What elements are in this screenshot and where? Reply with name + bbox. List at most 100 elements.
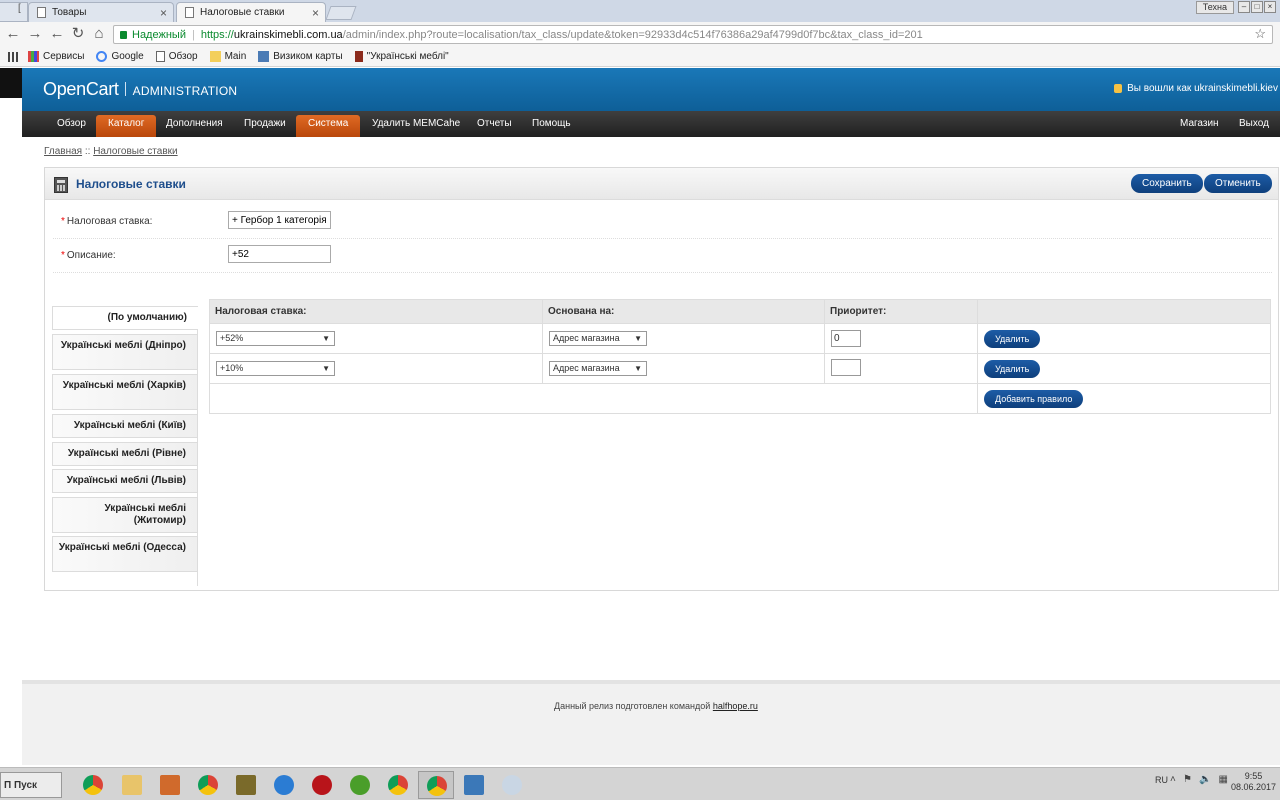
horse-icon (354, 51, 363, 62)
bookmarks-bar: Сервисы Google Обзор Main Визиком карты … (0, 47, 1280, 67)
store-tab-zhytomyr[interactable]: Українські меблі (Житомир) (52, 497, 198, 533)
based-on-select[interactable]: Адрес магазина ▼ (549, 361, 647, 376)
required-mark: * (61, 216, 65, 227)
menu-sales[interactable]: Продажи (232, 115, 298, 137)
home-icon[interactable]: ⌂ (91, 26, 107, 42)
store-tab-kharkiv[interactable]: Українські меблі (Харків) (52, 374, 198, 410)
menu-reports[interactable]: Отчеты (465, 115, 524, 137)
back-button[interactable]: ← (49, 26, 65, 42)
breadcrumb-home[interactable]: Главная (44, 146, 82, 157)
chrome-icon (427, 776, 447, 796)
opencart-logo[interactable]: OpenCart ADMINISTRATION (43, 79, 237, 100)
delete-rule-button[interactable]: Удалить (984, 359, 1041, 378)
taskbar-photos[interactable] (456, 771, 492, 799)
taskbar-chrome-3[interactable] (380, 771, 416, 799)
column-header-actions (977, 299, 1271, 324)
start-button[interactable]: П Пуск (0, 772, 62, 798)
menu-store[interactable]: Магазин (1168, 115, 1231, 137)
keyboard-language[interactable]: RU (1155, 775, 1168, 785)
bookmark-google[interactable]: Google (96, 51, 144, 62)
taskbar-chrome-2[interactable] (190, 771, 226, 799)
taskbar-utorrent[interactable] (342, 771, 378, 799)
bookmark-main[interactable]: Main (209, 51, 246, 62)
close-window-icon[interactable]: × (1264, 1, 1276, 13)
address-bar-row: ← → ← ↻ ⌂ Надежный | https://ukrainskime… (0, 22, 1280, 47)
menu-extensions[interactable]: Дополнения (154, 115, 235, 137)
tax-rate-select[interactable]: +52% ▼ (216, 331, 335, 346)
menu-clear-memcache[interactable]: Удалить MEMCahe (360, 115, 472, 137)
menu-help[interactable]: Помощь (520, 115, 583, 137)
store-tab-default[interactable]: (По умолчанию) (52, 306, 198, 330)
browser-tab-products[interactable]: Товары × (28, 2, 174, 22)
store-tab-kyiv[interactable]: Українські меблі (Київ) (52, 414, 198, 438)
store-tab-lviv[interactable]: Українські меблі (Львів) (52, 469, 198, 493)
menu-system[interactable]: Система (296, 115, 361, 137)
chrome-icon (388, 775, 408, 795)
apps-icon (28, 51, 39, 62)
browser-tab-partial[interactable]: [ (0, 2, 28, 22)
chevron-up-icon[interactable]: ˄ (1170, 774, 1176, 788)
taskbar-paint[interactable] (494, 771, 530, 799)
window-controls: – □ × (1238, 1, 1276, 13)
taskbar-explorer[interactable] (114, 771, 150, 799)
store-tab-dnipro[interactable]: Українські меблі (Дніпро) (52, 334, 198, 370)
network-icon[interactable]: ▦ (1219, 774, 1228, 788)
bookmark-star-icon[interactable]: ☆ (1254, 26, 1266, 42)
menu-dashboard[interactable]: Обзор (45, 115, 98, 137)
dropdown-arrow-icon: ▼ (634, 334, 642, 343)
priority-input[interactable] (831, 358, 861, 376)
minimize-icon[interactable]: – (1238, 1, 1250, 13)
store-tab-rivne[interactable]: Українські меблі (Рівне) (52, 442, 198, 466)
url-host: ukrainskimebli.com.ua (233, 28, 343, 41)
taskbar-opera[interactable] (304, 771, 340, 799)
priority-input[interactable]: 0 (831, 330, 861, 347)
description-input[interactable] (228, 245, 331, 263)
menu-catalog[interactable]: Каталог (96, 115, 157, 137)
app-icon (236, 775, 256, 795)
taskbar-ie[interactable] (266, 771, 302, 799)
dropdown-arrow-icon: ▼ (634, 364, 642, 373)
tax-rules-table: Налоговая ставка: Основана на: Приоритет… (209, 299, 1271, 414)
apps-grid-icon[interactable] (8, 51, 18, 62)
store-tab-odesa[interactable]: Українські меблі (Одесса) (52, 536, 198, 572)
form-row-tax-rate: * Налоговая ставка: (53, 206, 1272, 239)
tax-rate-label: Налоговая ставка: (66, 216, 153, 227)
add-rule-button[interactable]: Добавить правило (984, 389, 1084, 408)
breadcrumb-current[interactable]: Налоговые ставки (93, 146, 177, 157)
bookmark-services[interactable]: Сервисы (28, 51, 84, 62)
forward-arrow-icon[interactable]: → (27, 26, 43, 42)
taskbar-app[interactable] (228, 771, 264, 799)
close-icon[interactable]: × (160, 6, 167, 20)
taskbar-chrome-active[interactable] (418, 771, 454, 799)
based-on-select[interactable]: Адрес магазина ▼ (549, 331, 647, 346)
system-clock[interactable]: 9:55 08.06.2017 (1231, 771, 1276, 793)
url-input[interactable]: Надежный | https://ukrainskimebli.com.ua… (113, 25, 1273, 44)
reload-icon[interactable]: ↻ (70, 26, 86, 42)
tax-rate-select[interactable]: +10% ▼ (216, 361, 335, 376)
menu-logout[interactable]: Выход (1227, 115, 1280, 137)
map-icon (258, 51, 270, 62)
close-icon[interactable]: × (312, 6, 319, 20)
window-user-badge[interactable]: Техна (1195, 1, 1234, 14)
speaker-icon[interactable]: 🔈 (1199, 774, 1211, 788)
flag-icon[interactable]: ⚑ (1183, 774, 1192, 788)
cancel-button[interactable]: Отменить (1204, 174, 1272, 193)
left-dark-strip (0, 68, 22, 98)
folder-icon (209, 51, 221, 62)
maximize-icon[interactable]: □ (1251, 1, 1263, 13)
save-button[interactable]: Сохранить (1131, 174, 1203, 193)
admin-header: OpenCart ADMINISTRATION Вы вошли как ukra… (22, 68, 1280, 111)
taskbar-media[interactable] (152, 771, 188, 799)
login-status: Вы вошли как ukrainskimebli.kiev (1114, 83, 1278, 94)
delete-rule-button[interactable]: Удалить (984, 329, 1041, 348)
bookmark-vizicom-maps[interactable]: Визиком карты (258, 51, 343, 62)
taskbar-chrome[interactable] (75, 771, 111, 799)
browser-tab-tax-rates[interactable]: Налоговые ставки × (176, 2, 326, 22)
bookmark-overview[interactable]: Обзор (155, 51, 198, 62)
new-tab-button[interactable] (325, 6, 357, 20)
table-header-row: Налоговая ставка: Основана на: Приоритет… (209, 299, 1271, 324)
footer-link[interactable]: halfhope.ru (713, 701, 758, 711)
back-arrow-icon[interactable]: ← (5, 26, 21, 42)
bookmark-ukrainski-mebli[interactable]: "Українські меблі" (354, 51, 449, 62)
tax-rate-title-input[interactable] (228, 211, 331, 229)
